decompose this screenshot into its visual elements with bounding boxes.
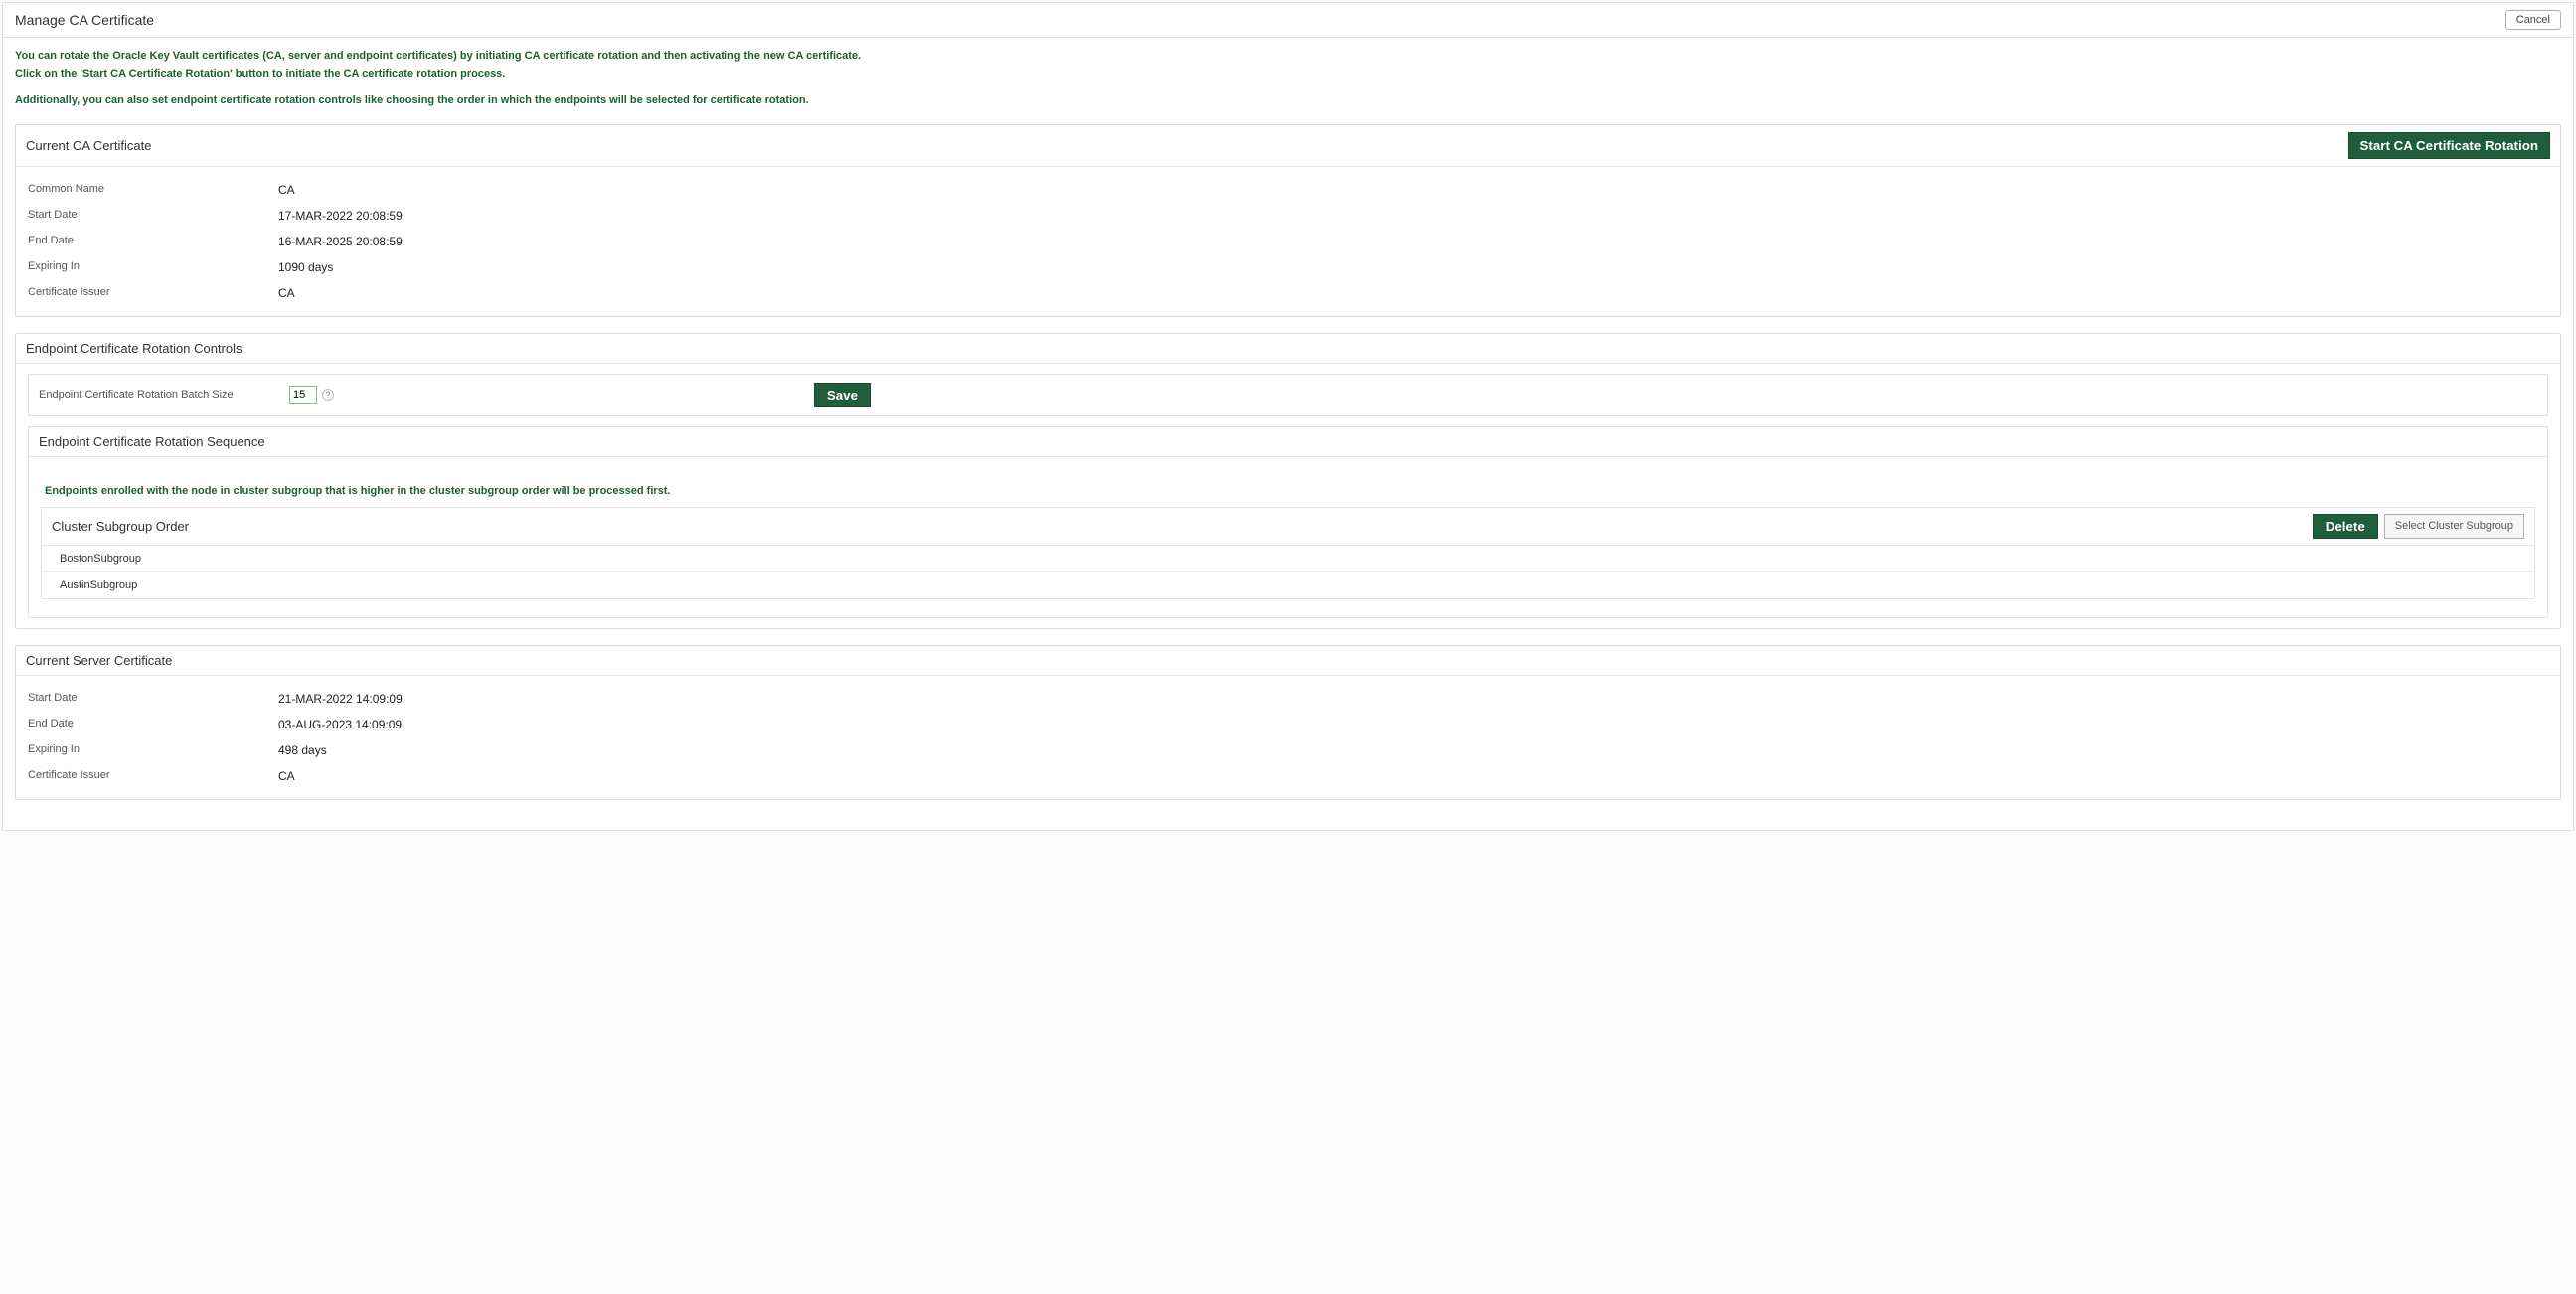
label-common-name: Common Name	[28, 183, 278, 197]
rotation-sequence-body: Endpoints enrolled with the node in clus…	[29, 457, 2547, 617]
intro-line-1: You can rotate the Oracle Key Vault cert…	[15, 48, 2561, 66]
kv-row: Expiring In 498 days	[28, 737, 2548, 763]
label-start-date: Start Date	[28, 209, 278, 223]
label-issuer: Certificate Issuer	[28, 286, 278, 300]
intro-line-3: Additionally, you can also set endpoint …	[15, 92, 2561, 110]
label-server-issuer: Certificate Issuer	[28, 769, 278, 783]
batch-size-input[interactable]	[289, 386, 317, 404]
value-common-name: CA	[278, 183, 295, 197]
label-server-start-date: Start Date	[28, 692, 278, 706]
kv-row: Expiring In 1090 days	[28, 254, 2548, 280]
label-server-end-date: End Date	[28, 718, 278, 731]
intro-block: You can rotate the Oracle Key Vault cert…	[15, 48, 2561, 110]
rotation-controls-body: Endpoint Certificate Rotation Batch Size…	[16, 364, 2560, 628]
rotation-controls-panel: Endpoint Certificate Rotation Controls E…	[15, 333, 2561, 629]
rotation-sequence-header: Endpoint Certificate Rotation Sequence	[29, 427, 2547, 457]
current-ca-panel: Current CA Certificate Start CA Certific…	[15, 124, 2561, 317]
kv-row: End Date 03-AUG-2023 14:09:09	[28, 712, 2548, 737]
start-ca-rotation-button[interactable]: Start CA Certificate Rotation	[2348, 132, 2550, 159]
batch-panel: Endpoint Certificate Rotation Batch Size…	[28, 374, 2548, 416]
cluster-order-title: Cluster Subgroup Order	[52, 519, 189, 534]
label-server-expiring-in: Expiring In	[28, 743, 278, 757]
current-ca-header: Current CA Certificate Start CA Certific…	[16, 125, 2560, 167]
label-end-date: End Date	[28, 235, 278, 248]
kv-row: Common Name CA	[28, 177, 2548, 203]
value-start-date: 17-MAR-2022 20:08:59	[278, 209, 402, 223]
list-item[interactable]: BostonSubgroup	[42, 546, 2534, 572]
value-server-issuer: CA	[278, 769, 295, 783]
value-end-date: 16-MAR-2025 20:08:59	[278, 235, 402, 248]
rotation-controls-title: Endpoint Certificate Rotation Controls	[26, 341, 242, 356]
value-issuer: CA	[278, 286, 295, 300]
current-ca-body: Common Name CA Start Date 17-MAR-2022 20…	[16, 167, 2560, 316]
cluster-order-list: BostonSubgroup AustinSubgroup	[42, 546, 2534, 598]
kv-row: End Date 16-MAR-2025 20:08:59	[28, 229, 2548, 254]
label-expiring-in: Expiring In	[28, 260, 278, 274]
cluster-order-header: Cluster Subgroup Order Delete Select Clu…	[42, 508, 2534, 546]
value-server-end-date: 03-AUG-2023 14:09:09	[278, 718, 402, 731]
current-server-title: Current Server Certificate	[26, 653, 172, 668]
batch-row: Endpoint Certificate Rotation Batch Size…	[29, 375, 2547, 415]
cluster-order-buttons: Delete Select Cluster Subgroup	[2313, 514, 2524, 539]
rotation-sequence-panel: Endpoint Certificate Rotation Sequence E…	[28, 426, 2548, 618]
kv-row: Certificate Issuer CA	[28, 763, 2548, 789]
help-icon[interactable]: ?	[322, 389, 334, 401]
page-content: You can rotate the Oracle Key Vault cert…	[3, 38, 2573, 830]
page-container: Manage CA Certificate Cancel You can rot…	[2, 2, 2574, 831]
select-cluster-subgroup-button[interactable]: Select Cluster Subgroup	[2384, 514, 2524, 539]
delete-button[interactable]: Delete	[2313, 514, 2378, 539]
kv-row: Start Date 21-MAR-2022 14:09:09	[28, 686, 2548, 712]
current-server-header: Current Server Certificate	[16, 646, 2560, 676]
intro-line-2: Click on the 'Start CA Certificate Rotat…	[15, 66, 2561, 83]
batch-size-label: Endpoint Certificate Rotation Batch Size	[39, 389, 289, 401]
current-server-body: Start Date 21-MAR-2022 14:09:09 End Date…	[16, 676, 2560, 799]
rotation-sequence-title: Endpoint Certificate Rotation Sequence	[39, 434, 265, 449]
list-item[interactable]: AustinSubgroup	[42, 572, 2534, 598]
current-ca-title: Current CA Certificate	[26, 138, 151, 153]
page-header: Manage CA Certificate Cancel	[3, 3, 2573, 38]
value-server-expiring-in: 498 days	[278, 743, 327, 757]
sequence-note: Endpoints enrolled with the node in clus…	[45, 485, 2535, 497]
page-title: Manage CA Certificate	[15, 12, 154, 28]
value-server-start-date: 21-MAR-2022 14:09:09	[278, 692, 402, 706]
kv-row: Certificate Issuer CA	[28, 280, 2548, 306]
current-server-panel: Current Server Certificate Start Date 21…	[15, 645, 2561, 800]
save-button[interactable]: Save	[814, 383, 871, 407]
kv-row: Start Date 17-MAR-2022 20:08:59	[28, 203, 2548, 229]
cluster-order-panel: Cluster Subgroup Order Delete Select Clu…	[41, 507, 2535, 599]
value-expiring-in: 1090 days	[278, 260, 333, 274]
rotation-controls-header: Endpoint Certificate Rotation Controls	[16, 334, 2560, 364]
cancel-button[interactable]: Cancel	[2505, 10, 2561, 30]
